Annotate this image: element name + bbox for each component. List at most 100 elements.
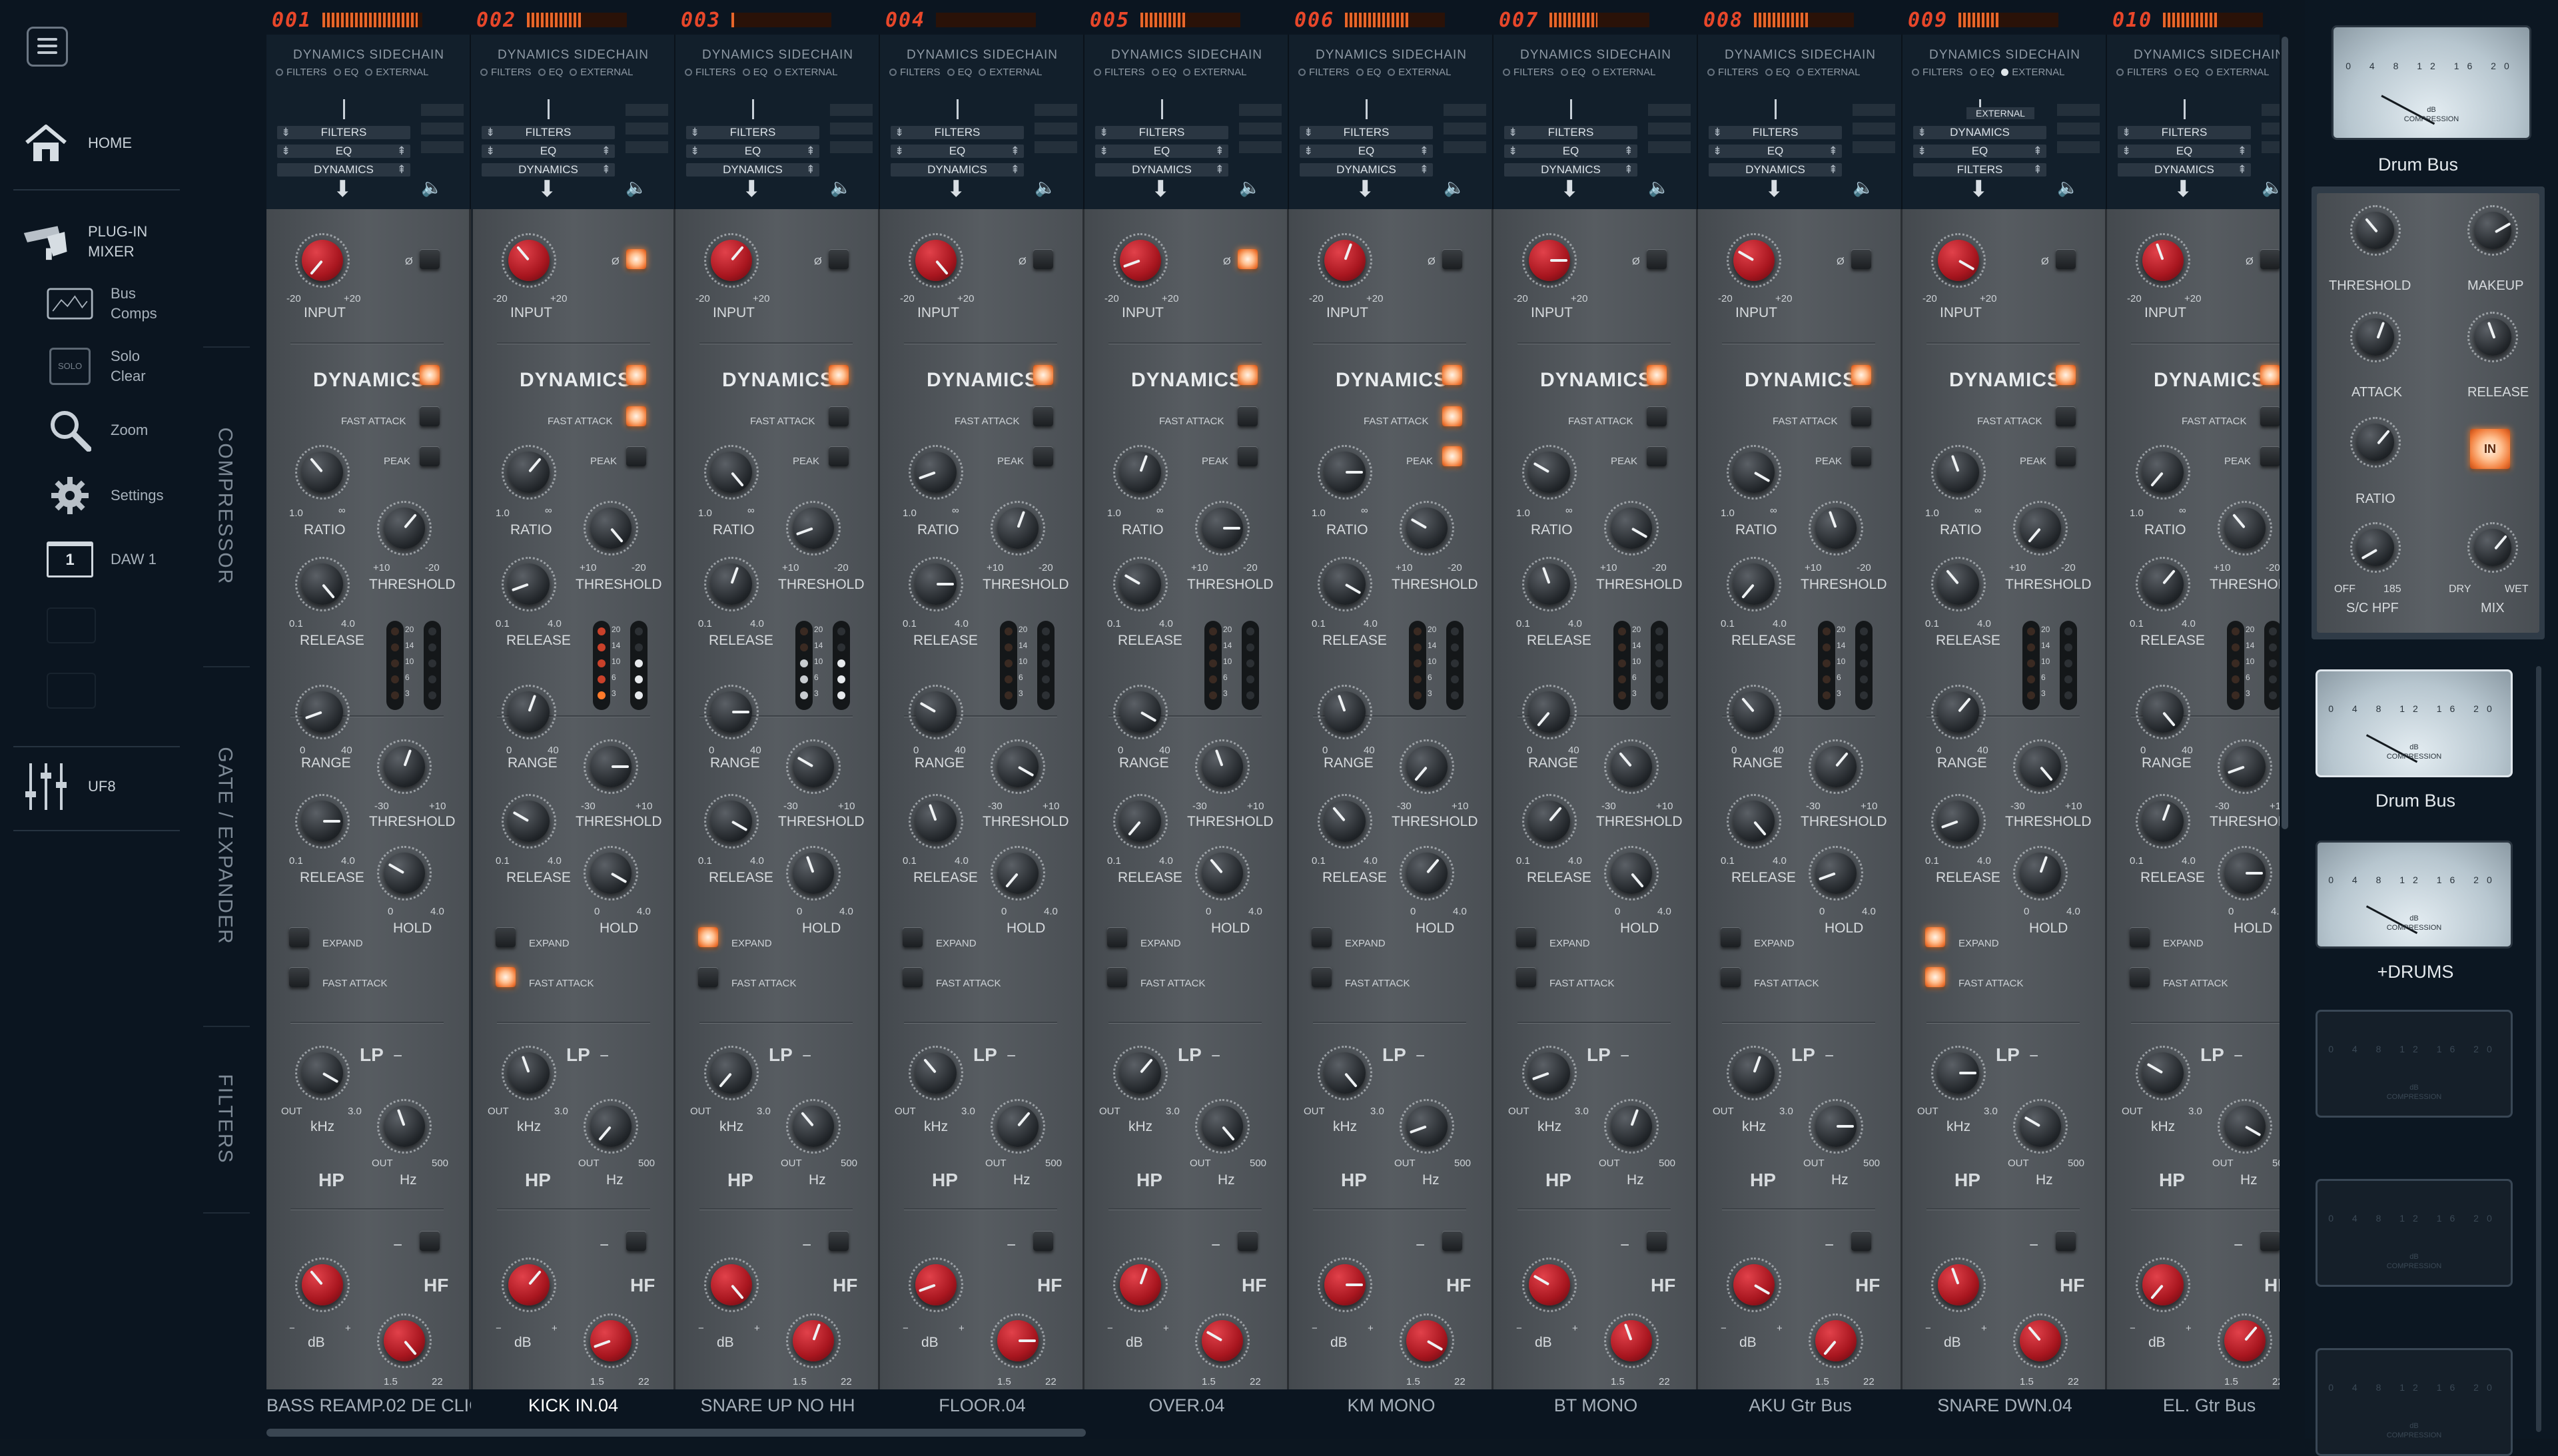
comp-release-knob[interactable] xyxy=(704,557,759,611)
ratio-knob[interactable] xyxy=(1318,445,1372,500)
order-item-dynamics[interactable]: DYNAMICS ⇞ xyxy=(1709,163,1842,177)
gate-fast-attack-button[interactable] xyxy=(1107,967,1127,987)
bus-release-knob[interactable] xyxy=(2467,312,2518,362)
hp-filter-knob[interactable] xyxy=(1400,1099,1454,1154)
expand-button[interactable] xyxy=(903,927,923,947)
hf-freq-knob[interactable] xyxy=(786,1313,841,1368)
gate-threshold-knob[interactable] xyxy=(991,739,1045,794)
gate-fast-attack-button[interactable] xyxy=(289,967,309,987)
gate-release-knob[interactable] xyxy=(1113,794,1168,849)
input-gain-knob[interactable] xyxy=(2136,233,2190,288)
hp-filter-knob[interactable] xyxy=(584,1099,638,1154)
gate-range-knob[interactable] xyxy=(502,685,556,739)
move-up-icon[interactable]: ⇞ xyxy=(2033,145,2042,158)
sidechain-radio-filters[interactable]: FILTERS xyxy=(2116,67,2168,78)
sidechain-radio-external[interactable]: EXTERNAL xyxy=(2206,67,2269,78)
gate-range-knob[interactable] xyxy=(909,685,963,739)
comp-fast-attack-button[interactable] xyxy=(1442,406,1462,426)
gate-fast-attack-button[interactable] xyxy=(1925,967,1945,987)
comp-threshold-knob[interactable] xyxy=(1809,501,1863,555)
gate-threshold-knob[interactable] xyxy=(1604,739,1659,794)
bus-threshold-knob[interactable] xyxy=(2350,205,2401,256)
hp-filter-knob[interactable] xyxy=(1809,1099,1863,1154)
phase-button[interactable] xyxy=(1442,249,1462,269)
nav-solo-clear[interactable]: SOLO Solo Clear xyxy=(47,346,146,386)
order-item-eq[interactable]: ⇟ EQ ⇞ xyxy=(1095,145,1228,158)
expand-button[interactable] xyxy=(2130,927,2150,947)
comp-fast-attack-button[interactable] xyxy=(1238,406,1258,426)
hp-filter-knob[interactable] xyxy=(2218,1099,2272,1154)
hp-filter-knob[interactable] xyxy=(786,1099,841,1154)
hf-freq-knob[interactable] xyxy=(377,1313,432,1368)
hp-filter-knob[interactable] xyxy=(1604,1099,1659,1154)
channel-name[interactable]: BT MONO xyxy=(1493,1395,1698,1416)
input-gain-knob[interactable] xyxy=(295,233,350,288)
phase-button[interactable] xyxy=(2260,249,2280,269)
sidechain-radio-eq[interactable]: EQ xyxy=(2174,67,2199,78)
bus-list-scrollbar[interactable] xyxy=(2536,666,2541,1432)
hp-filter-knob[interactable] xyxy=(2013,1099,2068,1154)
sidechain-radio-eq[interactable]: EQ xyxy=(1969,67,1994,78)
order-item-dynamics[interactable]: DYNAMICS ⇞ xyxy=(482,163,615,177)
dynamics-enable-button[interactable] xyxy=(1442,365,1462,385)
expand-button[interactable] xyxy=(1107,927,1127,947)
expand-button[interactable] xyxy=(698,927,718,947)
dynamics-enable-button[interactable] xyxy=(626,365,646,385)
order-item-filters[interactable]: FILTERS ⇞ xyxy=(1913,163,2046,177)
bus-ratio-knob[interactable] xyxy=(2350,417,2401,468)
nav-plugin-mixer[interactable]: PLUG-IN MIXER xyxy=(23,218,147,265)
gate-hold-knob[interactable] xyxy=(1809,846,1863,901)
move-down-icon[interactable]: ⇟ xyxy=(690,126,699,139)
ratio-knob[interactable] xyxy=(704,445,759,500)
move-down-icon[interactable]: ⇟ xyxy=(1917,145,1926,158)
phase-button[interactable] xyxy=(1238,249,1258,269)
order-item-dynamics[interactable]: DYNAMICS ⇞ xyxy=(2118,163,2251,177)
ratio-knob[interactable] xyxy=(502,445,556,500)
comp-release-knob[interactable] xyxy=(1931,557,1986,611)
move-down-icon[interactable]: ⇟ xyxy=(895,145,904,158)
channel-name[interactable]: EL. Gtr Bus xyxy=(2107,1395,2280,1416)
sidechain-radio-external[interactable]: EXTERNAL xyxy=(1183,67,1246,78)
bus-label[interactable]: Drum Bus xyxy=(2289,791,2542,811)
input-gain-knob[interactable] xyxy=(1727,233,1781,288)
bus-sc-hpf-knob[interactable] xyxy=(2350,522,2401,573)
move-down-icon[interactable]: ⇟ xyxy=(1508,145,1517,158)
gate-release-knob[interactable] xyxy=(704,794,759,849)
gate-fast-attack-button[interactable] xyxy=(2130,967,2150,987)
order-item-eq[interactable]: ⇟ EQ ⇞ xyxy=(1709,145,1842,158)
channel-name[interactable]: SNARE DWN.04 xyxy=(1903,1395,2107,1416)
comp-release-knob[interactable] xyxy=(1727,557,1781,611)
comp-release-knob[interactable] xyxy=(909,557,963,611)
expand-button[interactable] xyxy=(289,927,309,947)
sidechain-radio-eq[interactable]: EQ xyxy=(1560,67,1585,78)
dynamics-enable-button[interactable] xyxy=(2260,365,2280,385)
sidechain-radio-filters[interactable]: FILTERS xyxy=(276,67,327,78)
order-item-dynamics[interactable]: DYNAMICS ⇞ xyxy=(1095,163,1228,177)
move-down-icon[interactable]: ⇟ xyxy=(1917,126,1926,139)
move-up-icon[interactable]: ⇞ xyxy=(1420,163,1429,177)
ratio-knob[interactable] xyxy=(1522,445,1577,500)
move-down-icon[interactable]: ⇟ xyxy=(1713,126,1722,139)
gate-release-knob[interactable] xyxy=(2136,794,2190,849)
gate-hold-knob[interactable] xyxy=(991,846,1045,901)
hf-freq-knob[interactable] xyxy=(2013,1313,2068,1368)
comp-threshold-knob[interactable] xyxy=(2218,501,2272,555)
sidechain-radio-eq[interactable]: EQ xyxy=(742,67,767,78)
horizontal-scrollbar[interactable] xyxy=(266,1429,1086,1437)
gate-threshold-knob[interactable] xyxy=(786,739,841,794)
comp-fast-attack-button[interactable] xyxy=(2260,406,2280,426)
gate-threshold-knob[interactable] xyxy=(584,739,638,794)
sidechain-radio-eq[interactable]: EQ xyxy=(538,67,563,78)
bus-vu-meter[interactable]: 0 4 8 12 16 20 dB COMPRESSION xyxy=(2316,841,2513,948)
bus-makeup-knob[interactable] xyxy=(2467,205,2518,256)
channel-name[interactable]: SNARE UP NO HH xyxy=(675,1395,880,1416)
sidechain-radio-filters[interactable]: FILTERS xyxy=(480,67,532,78)
ratio-knob[interactable] xyxy=(295,445,350,500)
input-gain-knob[interactable] xyxy=(1931,233,1986,288)
move-up-icon[interactable]: ⇞ xyxy=(2238,163,2247,177)
move-up-icon[interactable]: ⇞ xyxy=(1420,145,1429,158)
move-up-icon[interactable]: ⇞ xyxy=(602,145,611,158)
input-gain-knob[interactable] xyxy=(1318,233,1372,288)
hf-freq-knob[interactable] xyxy=(584,1313,638,1368)
move-up-icon[interactable]: ⇞ xyxy=(1624,145,1633,158)
